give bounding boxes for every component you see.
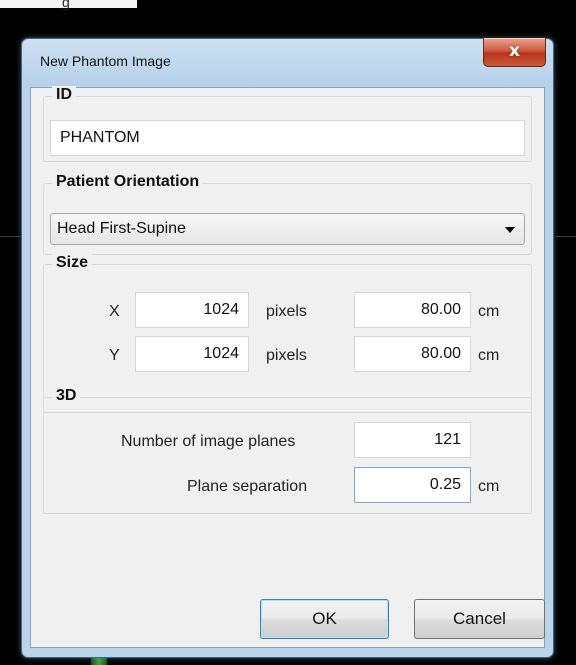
id-group-label: ID xyxy=(52,86,76,104)
image-planes-value: 121 xyxy=(434,431,461,448)
id-group: ID PHANTOM xyxy=(43,86,532,162)
window-title: New Phantom Image xyxy=(40,53,171,69)
y-cm-value: 80.00 xyxy=(420,345,461,362)
dialog-client-area: ID PHANTOM Patient Orientation Head Firs… xyxy=(30,86,545,648)
plane-separation-input[interactable]: 0.25 xyxy=(354,467,471,503)
x-pixels-input[interactable]: 1024 xyxy=(135,292,249,328)
new-phantom-image-dialog: New Phantom Image x ID PHANTOM Patient O… xyxy=(21,38,554,658)
close-button[interactable]: x xyxy=(483,38,546,67)
plane-separation-value: 0.25 xyxy=(429,476,461,493)
plane-separation-label: Plane separation xyxy=(187,478,308,495)
title-bar[interactable]: New Phantom Image x xyxy=(22,38,553,87)
image-planes-input[interactable]: 121 xyxy=(354,422,471,458)
close-icon: x xyxy=(509,41,520,61)
ok-button-label: OK xyxy=(312,609,337,628)
x-pixels-unit: pixels xyxy=(266,303,307,320)
plane-separation-unit: cm xyxy=(478,478,500,495)
chevron-down-icon xyxy=(505,227,515,233)
ok-button[interactable]: OK xyxy=(260,599,389,639)
y-cm-input[interactable]: 80.00 xyxy=(354,336,471,372)
x-pixels-value: 1024 xyxy=(203,301,239,318)
x-cm-input[interactable]: 80.00 xyxy=(354,292,471,328)
x-label: X xyxy=(109,303,120,320)
patient-orientation-select[interactable]: Head First-Supine xyxy=(50,213,525,245)
background-guide-line xyxy=(0,236,20,237)
patient-orientation-value: Head First-Supine xyxy=(57,220,186,237)
y-label: Y xyxy=(109,347,120,364)
image-planes-label: Number of image planes xyxy=(121,433,296,450)
background-partial-text: g xyxy=(62,0,70,10)
patient-orientation-label: Patient Orientation xyxy=(52,173,204,191)
x-cm-value: 80.00 xyxy=(420,301,461,318)
3d-group: 3D Number of image planes 121 Plane sepa… xyxy=(43,387,532,514)
y-pixels-value: 1024 xyxy=(203,345,239,362)
background-window-strip: g xyxy=(0,0,137,10)
y-pixels-unit: pixels xyxy=(266,347,307,364)
x-cm-unit: cm xyxy=(478,303,500,320)
3d-group-label: 3D xyxy=(52,387,81,405)
background-guide-line xyxy=(556,236,576,237)
id-value: PHANTOM xyxy=(60,129,140,146)
cancel-button[interactable]: Cancel xyxy=(414,599,545,639)
y-cm-unit: cm xyxy=(478,347,500,364)
size-group-label: Size xyxy=(52,254,93,272)
cancel-button-label: Cancel xyxy=(453,609,506,628)
patient-orientation-group: Patient Orientation Head First-Supine xyxy=(43,173,532,255)
size-group: Size X 1024 pixels 80.00 cm Y 1024 pixel… xyxy=(43,254,532,413)
id-input[interactable]: PHANTOM xyxy=(50,120,525,156)
y-pixels-input[interactable]: 1024 xyxy=(135,336,249,372)
